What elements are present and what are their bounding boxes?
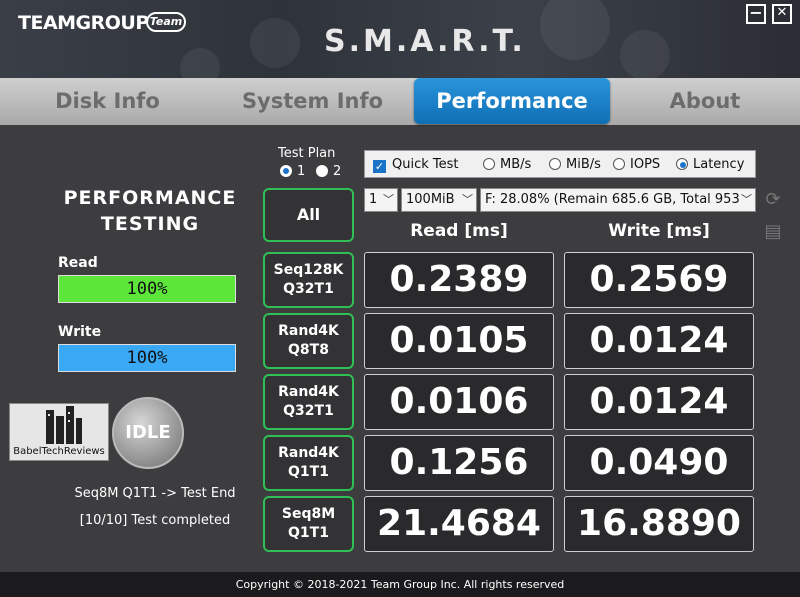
radio-icon bbox=[483, 158, 495, 170]
write-label: Write bbox=[58, 324, 102, 340]
radio-icon bbox=[613, 158, 625, 170]
test-plan-option-2[interactable]: 2 bbox=[316, 164, 341, 179]
run-rand4k-q1t1-button[interactable]: Rand4K Q1T1 bbox=[263, 435, 354, 491]
rand4k-q32t1-write-value: 0.0124 bbox=[564, 374, 754, 430]
rand4k-q8t8-read-value: 0.0105 bbox=[364, 313, 554, 369]
minimize-button[interactable]: − bbox=[746, 4, 766, 24]
test-size-select[interactable]: 100MiB ﹀ bbox=[401, 188, 477, 212]
list-icon bbox=[540, 0, 610, 60]
drive-select[interactable]: F: 28.08% (Remain 685.6 GB, Total 953.3 ﹀ bbox=[480, 188, 756, 212]
test-options-bar: ✓ Quick Test MB/s MiB/s IOPS Latency bbox=[364, 150, 756, 178]
run-seq8m-q1t1-button[interactable]: Seq8M Q1T1 bbox=[263, 496, 354, 552]
refresh-icon[interactable]: ⟳ bbox=[763, 189, 783, 211]
chevron-down-icon: ﹀ bbox=[739, 189, 752, 211]
clipboard-icon bbox=[250, 18, 300, 68]
idle-button[interactable]: IDLE bbox=[112, 397, 184, 469]
seq128k-q32t1-write-value: 0.2569 bbox=[564, 252, 754, 308]
test-plan-option-1[interactable]: 1 bbox=[280, 164, 305, 179]
read-label: Read bbox=[58, 255, 98, 271]
unit-iops-radio[interactable]: IOPS bbox=[613, 157, 660, 172]
babeltechreviews-logo: BabelTechReviews bbox=[9, 403, 109, 461]
radio-selected-icon bbox=[280, 165, 292, 177]
run-seq128k-q32t1-button[interactable]: Seq128K Q32T1 bbox=[263, 252, 354, 308]
brand-badge: Team bbox=[146, 12, 186, 32]
app-header: TEAMGROUP Team S.M.A.R.T. − ✕ bbox=[0, 0, 800, 78]
run-rand4k-q8t8-button[interactable]: Rand4K Q8T8 bbox=[263, 313, 354, 369]
chevron-down-icon: ﹀ bbox=[383, 193, 394, 206]
unit-mbs-radio[interactable]: MB/s bbox=[483, 157, 531, 172]
test-count-select[interactable]: 1 ﹀ bbox=[364, 188, 398, 212]
rand4k-q32t1-read-value: 0.0106 bbox=[364, 374, 554, 430]
status-line-1: Seq8M Q1T1 -> Test End bbox=[74, 486, 236, 501]
radio-icon bbox=[549, 158, 561, 170]
close-button[interactable]: ✕ bbox=[772, 4, 792, 24]
tab-disk-info[interactable]: Disk Info bbox=[20, 78, 195, 125]
performance-title: PERFORMANCE TESTING bbox=[63, 187, 237, 235]
chart-icon bbox=[620, 30, 670, 78]
folder-icon bbox=[180, 48, 220, 78]
read-progress-bar: 100% bbox=[58, 275, 236, 303]
radio-selected-icon bbox=[676, 158, 688, 170]
brand-logo: TEAMGROUP bbox=[18, 12, 149, 34]
chevron-down-icon: ﹀ bbox=[462, 193, 473, 206]
radio-icon bbox=[316, 165, 328, 177]
seq8m-q1t1-read-value: 21.4684 bbox=[364, 496, 554, 552]
run-all-button[interactable]: All bbox=[263, 188, 354, 242]
checkmark-icon: ✓ bbox=[373, 160, 386, 173]
tab-about[interactable]: About bbox=[620, 78, 790, 125]
tab-bar: Disk Info System Info Performance About bbox=[0, 78, 800, 125]
unit-latency-radio[interactable]: Latency bbox=[676, 157, 744, 172]
rand4k-q8t8-write-value: 0.0124 bbox=[564, 313, 754, 369]
run-rand4k-q32t1-button[interactable]: Rand4K Q32T1 bbox=[263, 374, 354, 430]
read-progress-text: 100% bbox=[126, 279, 168, 299]
rand4k-q1t1-read-value: 0.1256 bbox=[364, 435, 554, 491]
copyright-footer: Copyright © 2018-2021 Team Group Inc. Al… bbox=[0, 572, 800, 597]
document-icon[interactable]: ▤ bbox=[763, 221, 783, 243]
logo-text: BabelTechReviews bbox=[13, 446, 105, 457]
unit-mibs-radio[interactable]: MiB/s bbox=[549, 157, 601, 172]
seq8m-q1t1-write-value: 16.8890 bbox=[564, 496, 754, 552]
tab-system-info[interactable]: System Info bbox=[225, 78, 400, 125]
tab-performance[interactable]: Performance bbox=[414, 78, 610, 124]
app-title: S.M.A.R.T. bbox=[324, 24, 526, 59]
write-progress-bar: 100% bbox=[58, 344, 236, 372]
write-progress-text: 100% bbox=[126, 348, 168, 368]
read-column-header: Read [ms] bbox=[410, 221, 508, 241]
quick-test-checkbox[interactable]: ✓ Quick Test bbox=[373, 157, 459, 173]
seq128k-q32t1-read-value: 0.2389 bbox=[364, 252, 554, 308]
rand4k-q1t1-write-value: 0.0490 bbox=[564, 435, 754, 491]
write-column-header: Write [ms] bbox=[608, 221, 710, 241]
building-icon bbox=[46, 406, 82, 444]
test-plan-label: Test Plan bbox=[278, 146, 336, 161]
status-line-2: [10/10] Test completed bbox=[79, 513, 231, 528]
